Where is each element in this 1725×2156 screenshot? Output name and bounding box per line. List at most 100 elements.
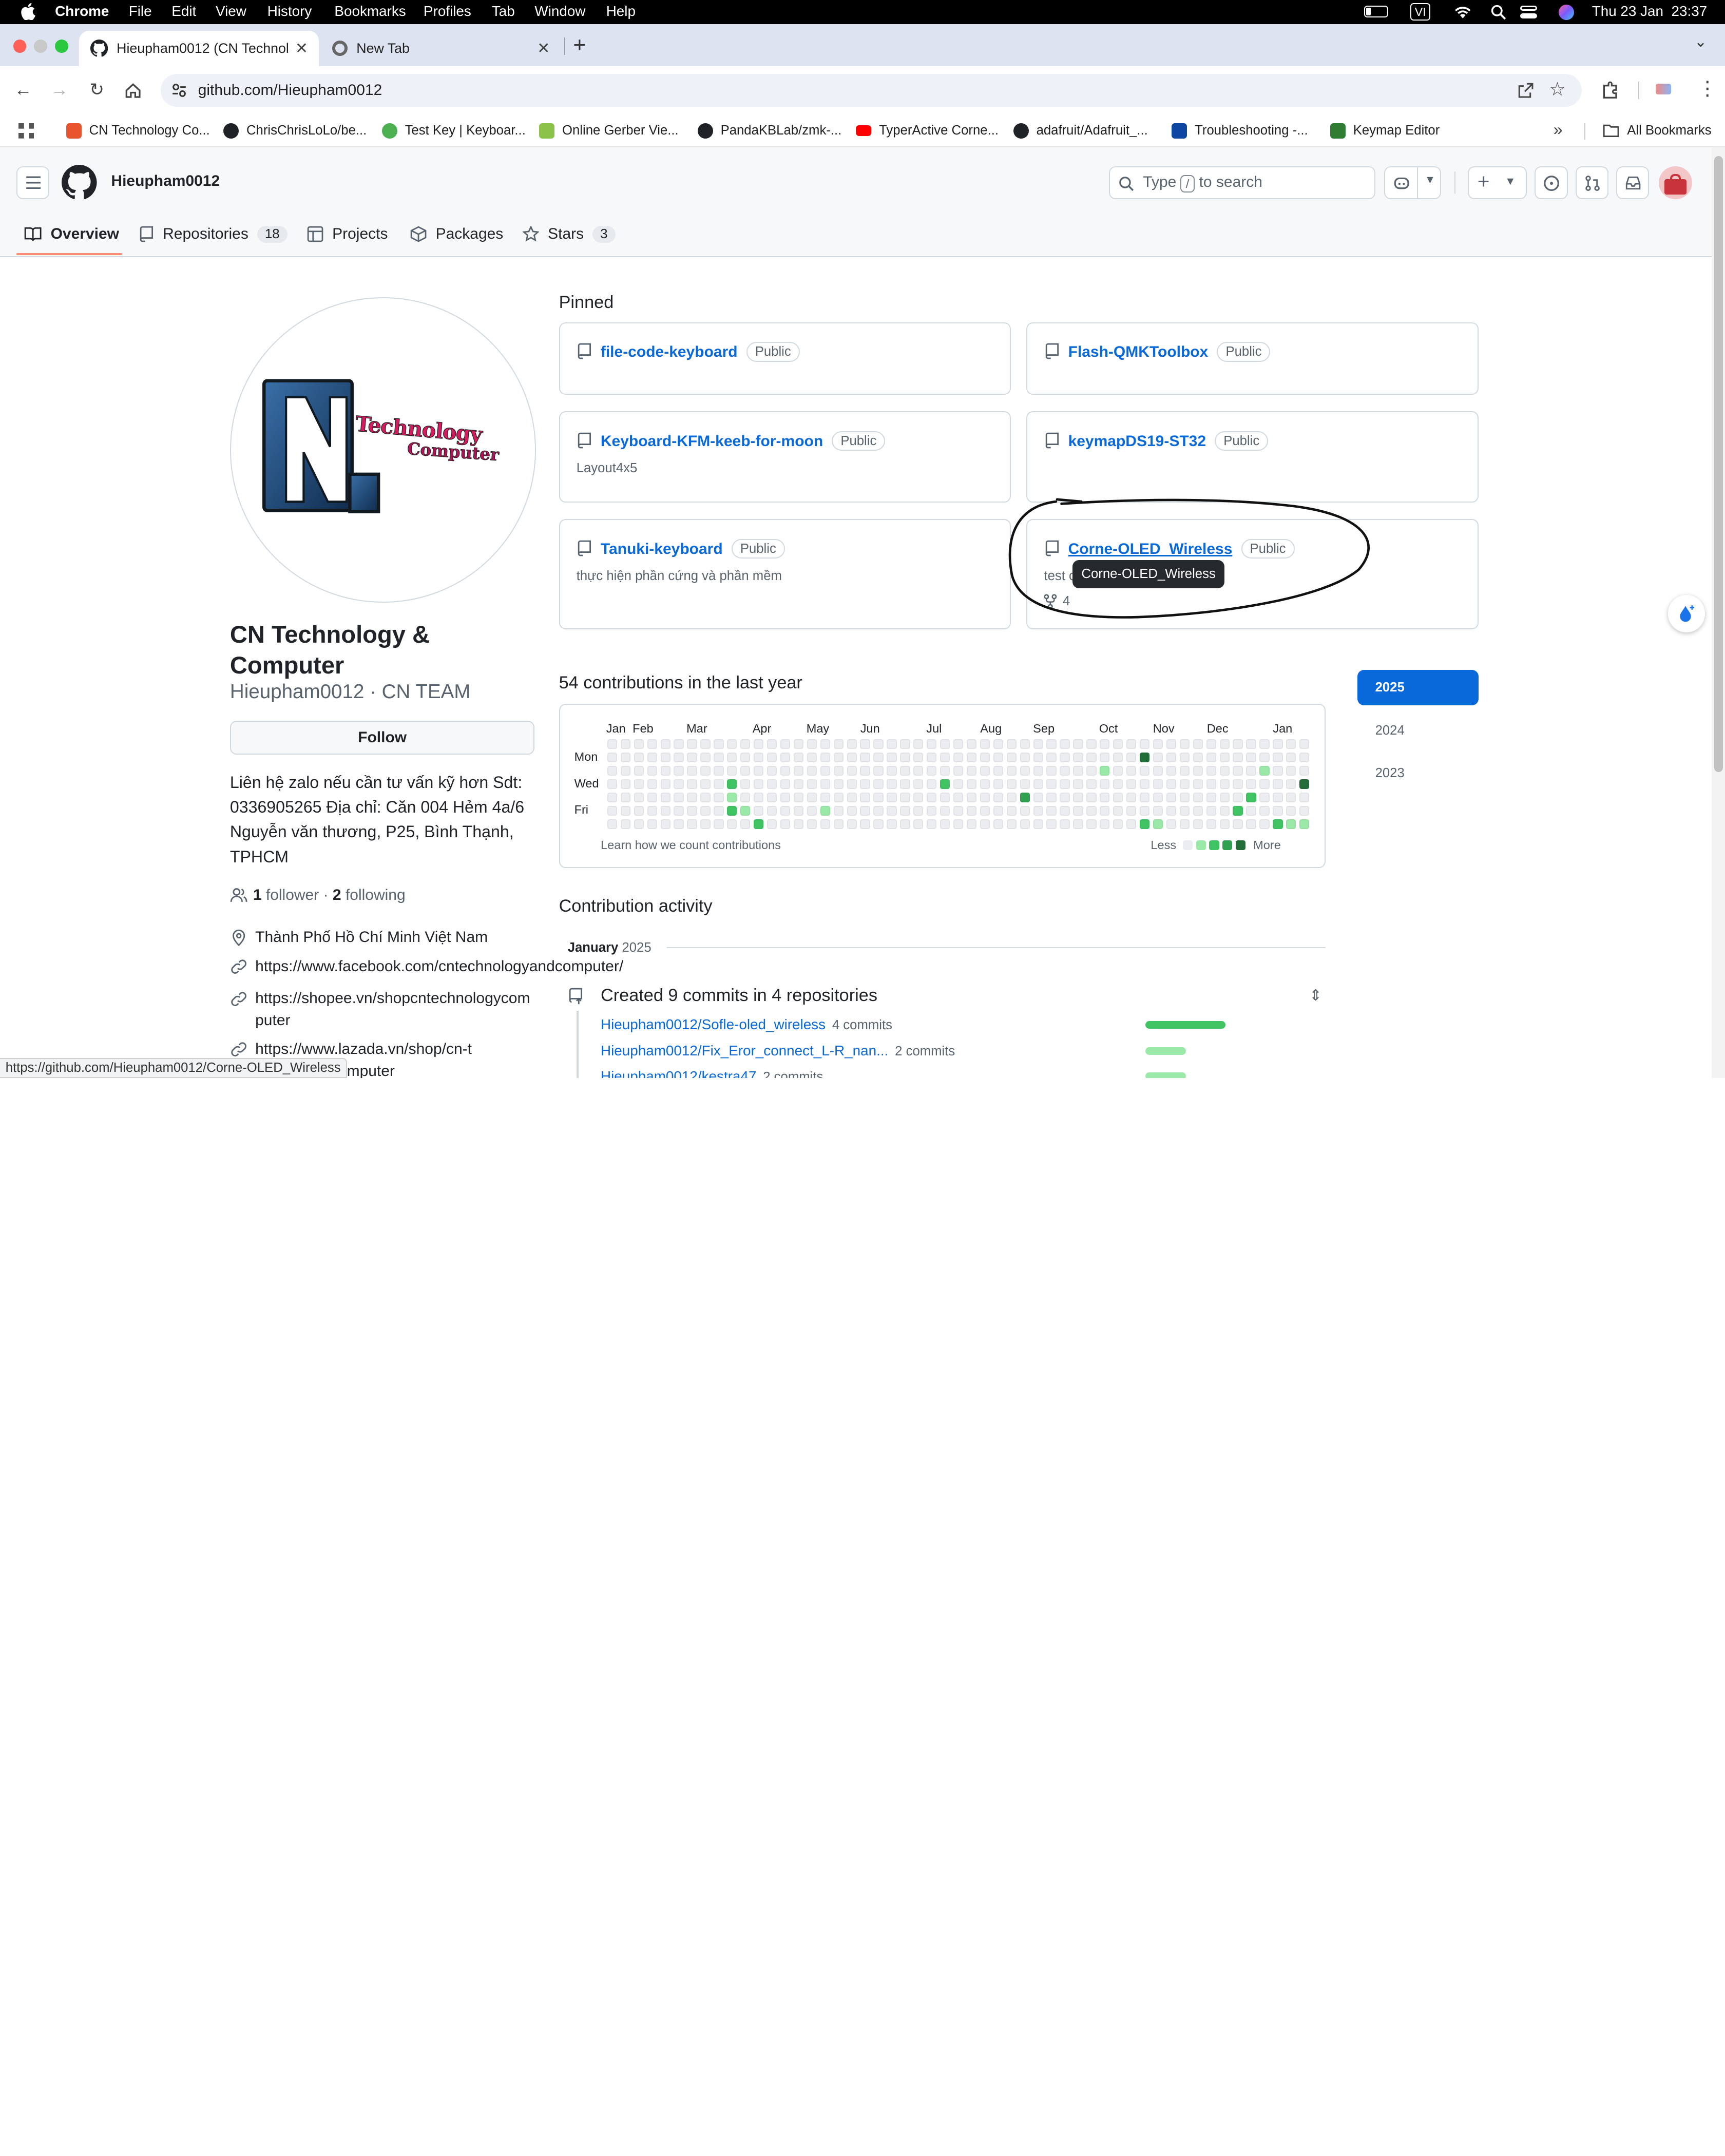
contribution-day-cell[interactable] <box>1219 765 1230 776</box>
contribution-day-cell[interactable] <box>1153 805 1163 816</box>
contribution-day-cell[interactable] <box>1073 819 1083 829</box>
contribution-day-cell[interactable] <box>966 779 977 790</box>
bookmark-item[interactable]: Troubleshooting -... <box>1172 123 1308 139</box>
contribution-day-cell[interactable] <box>873 779 884 790</box>
profile-link[interactable]: https://shopee.vn/shopcntechnologycomput… <box>230 988 540 1032</box>
contribution-day-cell[interactable] <box>766 739 777 749</box>
contribution-day-cell[interactable] <box>687 819 697 829</box>
contribution-day-cell[interactable] <box>793 819 804 829</box>
contribution-day-cell[interactable] <box>1179 765 1190 776</box>
contribution-day-cell[interactable] <box>1299 805 1310 816</box>
contribution-day-cell[interactable] <box>634 765 644 776</box>
back-arrow-icon[interactable]: ← <box>12 79 34 101</box>
contribution-day-cell[interactable] <box>1193 779 1203 790</box>
contribution-day-cell[interactable] <box>700 752 711 763</box>
contribution-day-cell[interactable] <box>740 819 751 829</box>
tab-overview[interactable]: Overview <box>24 215 119 254</box>
contribution-day-cell[interactable] <box>1033 765 1043 776</box>
contribution-day-cell[interactable] <box>1299 739 1310 749</box>
contribution-day-cell[interactable] <box>1206 819 1216 829</box>
contribution-day-cell[interactable] <box>1100 779 1110 790</box>
contribution-day-cell[interactable] <box>820 779 830 790</box>
menu-file[interactable]: File <box>129 3 152 20</box>
contribution-day-cell[interactable] <box>1179 819 1190 829</box>
contribution-day-cell[interactable] <box>1299 792 1310 802</box>
contribution-day-cell[interactable] <box>674 805 684 816</box>
contribution-day-cell[interactable] <box>620 752 631 763</box>
contribution-day-cell[interactable] <box>913 792 924 802</box>
contribution-day-cell[interactable] <box>1193 792 1203 802</box>
contribution-day-cell[interactable] <box>873 765 884 776</box>
contribution-day-cell[interactable] <box>1126 739 1137 749</box>
contribution-day-cell[interactable] <box>940 765 950 776</box>
contribution-day-cell[interactable] <box>993 779 1004 790</box>
contribution-day-cell[interactable] <box>1100 819 1110 829</box>
contribution-day-cell[interactable] <box>700 765 711 776</box>
contribution-day-cell[interactable] <box>634 805 644 816</box>
contribution-day-cell[interactable] <box>1219 739 1230 749</box>
contribution-day-cell[interactable] <box>727 765 737 776</box>
window-close-button[interactable] <box>13 40 27 53</box>
contribution-day-cell[interactable] <box>900 739 910 749</box>
contribution-day-cell[interactable] <box>1166 752 1177 763</box>
contribution-day-cell[interactable] <box>807 752 817 763</box>
contribution-day-cell[interactable] <box>727 779 737 790</box>
contribution-day-cell[interactable] <box>1020 765 1030 776</box>
profile-avatar[interactable]: Technology Computer <box>229 297 536 603</box>
repo-name-link[interactable]: Keyboard-KFM-keeb-for-moon Public <box>601 431 886 451</box>
contribution-day-cell[interactable] <box>1273 739 1283 749</box>
contribution-day-cell[interactable] <box>793 792 804 802</box>
contribution-day-cell[interactable] <box>1006 779 1017 790</box>
contribution-day-cell[interactable] <box>1100 752 1110 763</box>
contribution-day-cell[interactable] <box>1233 765 1243 776</box>
contribution-day-cell[interactable] <box>887 792 897 802</box>
contribution-day-cell[interactable] <box>887 739 897 749</box>
contribution-day-cell[interactable] <box>1166 779 1177 790</box>
contribution-day-cell[interactable] <box>714 805 724 816</box>
contribution-day-cell[interactable] <box>1113 819 1123 829</box>
contribution-day-cell[interactable] <box>1246 779 1256 790</box>
contribution-day-cell[interactable] <box>1086 792 1097 802</box>
bookmark-item[interactable]: Test Key | Keyboar... <box>381 123 526 139</box>
contribution-day-cell[interactable] <box>1153 752 1163 763</box>
contribution-day-cell[interactable] <box>820 765 830 776</box>
contribution-day-cell[interactable] <box>1086 765 1097 776</box>
contribution-day-cell[interactable] <box>1006 792 1017 802</box>
contribution-day-cell[interactable] <box>1113 739 1123 749</box>
create-new-button[interactable]: + ▼ <box>1467 166 1527 199</box>
tab-projects[interactable]: Projects <box>307 215 388 254</box>
apple-icon[interactable] <box>21 3 35 20</box>
contribution-day-cell[interactable] <box>807 792 817 802</box>
contribution-day-cell[interactable] <box>1166 765 1177 776</box>
bookmark-item[interactable]: Keymap Editor <box>1330 123 1440 139</box>
tab-close-icon[interactable]: ✕ <box>295 40 308 57</box>
pinned-repo-card[interactable]: keymapDS19-ST32 Public <box>1026 411 1479 503</box>
contribution-day-cell[interactable] <box>780 792 791 802</box>
contribution-day-cell[interactable] <box>660 779 670 790</box>
contribution-day-cell[interactable] <box>980 792 990 802</box>
address-bar[interactable]: github.com/Hieupham0012 ☆ <box>160 73 1582 107</box>
reload-icon[interactable]: ↻ <box>86 79 108 101</box>
contribution-day-cell[interactable] <box>687 779 697 790</box>
contribution-day-cell[interactable] <box>754 765 764 776</box>
contribution-day-cell[interactable] <box>847 765 857 776</box>
tab-new-tab[interactable]: New Tab ✕ <box>323 31 563 66</box>
contribution-day-cell[interactable] <box>1153 739 1163 749</box>
contribution-day-cell[interactable] <box>1206 779 1216 790</box>
contribution-day-cell[interactable] <box>833 752 844 763</box>
contribution-day-cell[interactable] <box>900 805 910 816</box>
contribution-day-cell[interactable] <box>873 819 884 829</box>
contribution-day-cell[interactable] <box>993 752 1004 763</box>
contribution-day-cell[interactable] <box>1299 779 1310 790</box>
home-icon[interactable] <box>124 82 142 99</box>
wifi-icon[interactable] <box>1453 5 1472 19</box>
contribution-day-cell[interactable] <box>674 779 684 790</box>
hamburger-menu-button[interactable] <box>16 166 50 199</box>
contribution-day-cell[interactable] <box>607 792 618 802</box>
tab-repositories[interactable]: Repositories 18 <box>140 215 288 254</box>
contribution-day-cell[interactable] <box>887 805 897 816</box>
followers-label[interactable]: follower <box>266 887 319 904</box>
contribution-day-cell[interactable] <box>873 739 884 749</box>
contribution-day-cell[interactable] <box>647 805 657 816</box>
contribution-day-cell[interactable] <box>860 819 870 829</box>
